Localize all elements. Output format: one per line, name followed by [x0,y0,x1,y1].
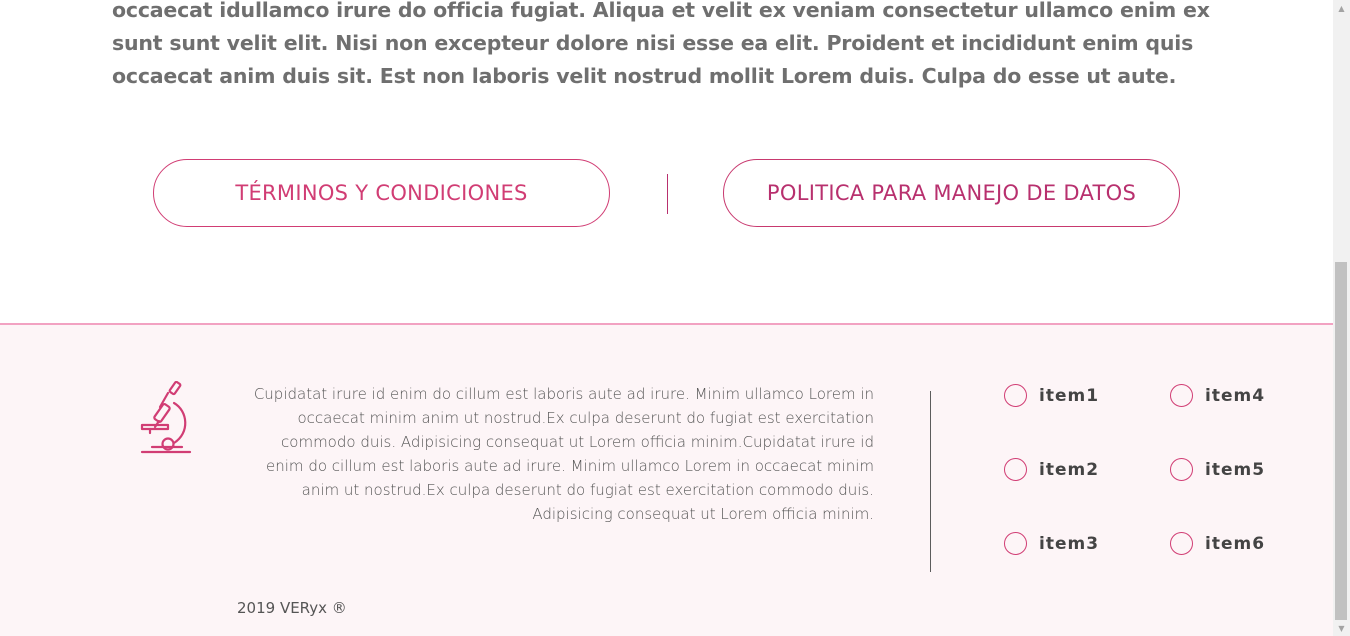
radio-button[interactable] [1170,532,1193,555]
scroll-up-arrow-icon[interactable]: ▲ [1333,0,1350,16]
vertical-scrollbar[interactable]: ▲ ▼ [1333,0,1350,636]
option-item2[interactable]: item2 [1004,458,1099,481]
option-label: item4 [1205,385,1266,406]
footer: Cupidatat irure id enim do cillum est la… [0,323,1333,636]
radio-button[interactable] [1170,384,1193,407]
footer-description: Cupidatat irure id enim do cillum est la… [253,385,874,523]
scrollbar-thumb[interactable] [1335,262,1347,620]
option-item6[interactable]: item6 [1170,532,1265,555]
buttons-divider [667,174,668,214]
scroll-down-arrow-icon[interactable]: ▼ [1333,620,1350,636]
radio-button[interactable] [1004,384,1027,407]
option-label: item6 [1205,533,1266,554]
intro-paragraph: occaecat idullamco irure do officia fugi… [112,0,1210,88]
option-item1[interactable]: item1 [1004,384,1099,407]
option-item3[interactable]: item3 [1004,532,1099,555]
microscope-icon [138,380,194,457]
radio-button[interactable] [1004,458,1027,481]
option-label: item2 [1039,459,1100,480]
option-item4[interactable]: item4 [1170,384,1265,407]
option-label: item5 [1205,459,1266,480]
privacy-policy-button[interactable]: POLITICA PARA MANEJO DE DATOS [723,159,1180,227]
footer-divider [930,391,931,572]
radio-button[interactable] [1170,458,1193,481]
option-label: item3 [1039,533,1100,554]
copyright-text: 2019 VERyx ® [237,599,347,617]
radio-button[interactable] [1004,532,1027,555]
terms-button[interactable]: TÉRMINOS Y CONDICIONES [153,159,610,227]
option-label: item1 [1039,385,1100,406]
page: occaecat idullamco irure do officia fugi… [0,0,1333,636]
option-item5[interactable]: item5 [1170,458,1265,481]
